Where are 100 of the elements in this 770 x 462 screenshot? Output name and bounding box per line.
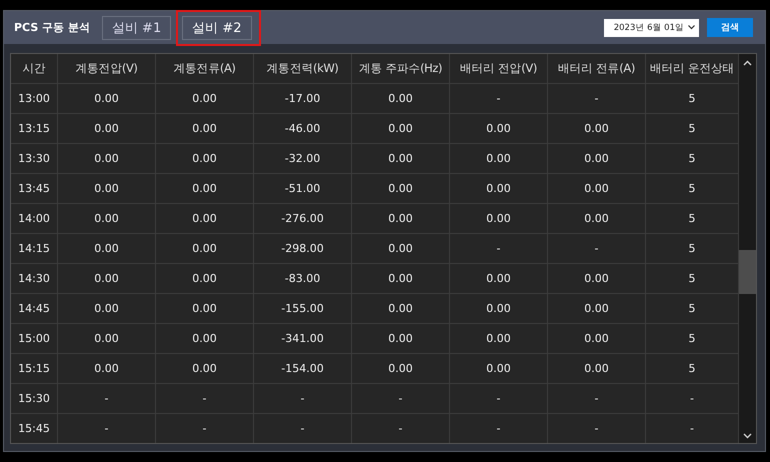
table-cell: - (352, 414, 450, 443)
table-cell: - (548, 84, 646, 114)
table-cell: 0.00 (58, 174, 156, 204)
column-header: 배터리 전류(A) (548, 54, 646, 84)
table-cell: 0.00 (58, 204, 156, 234)
table-cell: 0.00 (352, 354, 450, 384)
table-cell: 0.00 (352, 84, 450, 114)
table-cell: 0.00 (450, 294, 548, 324)
table-cell: 0.00 (156, 324, 254, 354)
table-cell: 0.00 (548, 144, 646, 174)
table-cell: 0.00 (450, 144, 548, 174)
table-cell: - (254, 414, 352, 443)
search-button[interactable]: 검색 (707, 18, 753, 37)
table-cell: 15:15 (11, 354, 58, 384)
column-header: 계통전류(A) (156, 54, 254, 84)
table-cell: 14:00 (11, 204, 58, 234)
column-header: 계통전압(V) (58, 54, 156, 84)
table-cell: - (58, 384, 156, 414)
table-cell: 0.00 (548, 204, 646, 234)
table-cell: 0.00 (548, 294, 646, 324)
table-cell: 0.00 (156, 114, 254, 144)
table-cell: 0.00 (352, 324, 450, 354)
table-cell: 0.00 (58, 354, 156, 384)
table-cell: -155.00 (254, 294, 352, 324)
table-cell: 0.00 (450, 174, 548, 204)
table-cell: 0.00 (548, 354, 646, 384)
table-cell: 0.00 (58, 294, 156, 324)
table-cell: -32.00 (254, 144, 352, 174)
table-cell: 0.00 (352, 144, 450, 174)
tab[interactable]: 설비 #1 (102, 16, 172, 40)
table-cell: -276.00 (254, 204, 352, 234)
table-cell: 0.00 (450, 114, 548, 144)
table-cell: - (548, 234, 646, 264)
table-cell: 0.00 (58, 144, 156, 174)
scroll-up-icon[interactable] (743, 60, 752, 66)
table-cell: - (352, 384, 450, 414)
table-cell: 0.00 (58, 264, 156, 294)
table-cell: 0.00 (548, 264, 646, 294)
table-cell: 0.00 (352, 234, 450, 264)
table-cell: - (254, 384, 352, 414)
table-cell: 0.00 (156, 144, 254, 174)
table-cell: - (156, 384, 254, 414)
table-cell: 0.00 (156, 294, 254, 324)
table-cell: 0.00 (352, 174, 450, 204)
table-cell: 13:00 (11, 84, 58, 114)
table-cell: -83.00 (254, 264, 352, 294)
table-cell: 13:15 (11, 114, 58, 144)
table-cell: 0.00 (450, 204, 548, 234)
table-cell: 15:00 (11, 324, 58, 354)
table-cell: 0.00 (450, 264, 548, 294)
table-cell: 0.00 (156, 84, 254, 114)
table-cell: 0.00 (58, 234, 156, 264)
table-cell: 0.00 (352, 294, 450, 324)
scroll-down-icon[interactable] (743, 433, 752, 439)
table-cell: 0.00 (156, 264, 254, 294)
table-cell: -17.00 (254, 84, 352, 114)
date-select[interactable]: 2023년 6월 01일 (604, 18, 699, 36)
table-cell: 0.00 (58, 84, 156, 114)
table-cell: 0.00 (156, 234, 254, 264)
column-header: 배터리 전압(V) (450, 54, 548, 84)
table-cell: -298.00 (254, 234, 352, 264)
table-cell: 0.00 (548, 114, 646, 144)
scrollbar-thumb[interactable] (739, 250, 756, 294)
table-cell: 14:15 (11, 234, 58, 264)
table-cell: - (58, 414, 156, 443)
table-cell: 0.00 (58, 114, 156, 144)
table-cell: 13:45 (11, 174, 58, 204)
table-cell: -51.00 (254, 174, 352, 204)
table-cell: 0.00 (450, 324, 548, 354)
panel-title: PCS 구동 분석 (14, 20, 90, 35)
column-header: 시간 (11, 54, 58, 84)
table-cell: - (548, 384, 646, 414)
table-cell: 0.00 (352, 114, 450, 144)
table-cell: 15:45 (11, 414, 58, 443)
table-cell: - (450, 234, 548, 264)
table-cell: 0.00 (548, 174, 646, 204)
table-cell: 0.00 (450, 354, 548, 384)
column-header: 계통전력(kW) (254, 54, 352, 84)
table-cell: 14:30 (11, 264, 58, 294)
table-cell: 14:45 (11, 294, 58, 324)
table-cell: - (548, 414, 646, 443)
table-cell: 13:30 (11, 144, 58, 174)
table-cell: 0.00 (58, 324, 156, 354)
table-cell: 0.00 (352, 204, 450, 234)
table-cell: 0.00 (352, 264, 450, 294)
table-cell: - (450, 84, 548, 114)
table-cell: 0.00 (548, 324, 646, 354)
table-cell: -46.00 (254, 114, 352, 144)
table-cell: - (450, 414, 548, 443)
scrollbar[interactable] (739, 54, 756, 443)
table-cell: -341.00 (254, 324, 352, 354)
table-cell: 0.00 (156, 174, 254, 204)
table-cell: 0.00 (156, 204, 254, 234)
table-cell: - (156, 414, 254, 443)
caret-icon (688, 25, 695, 30)
table-cell: - (450, 384, 548, 414)
table-cell: -154.00 (254, 354, 352, 384)
column-header: 계통 주파수(Hz) (352, 54, 450, 84)
tab[interactable]: 설비 #2 (182, 16, 252, 40)
table-cell: 15:30 (11, 384, 58, 414)
